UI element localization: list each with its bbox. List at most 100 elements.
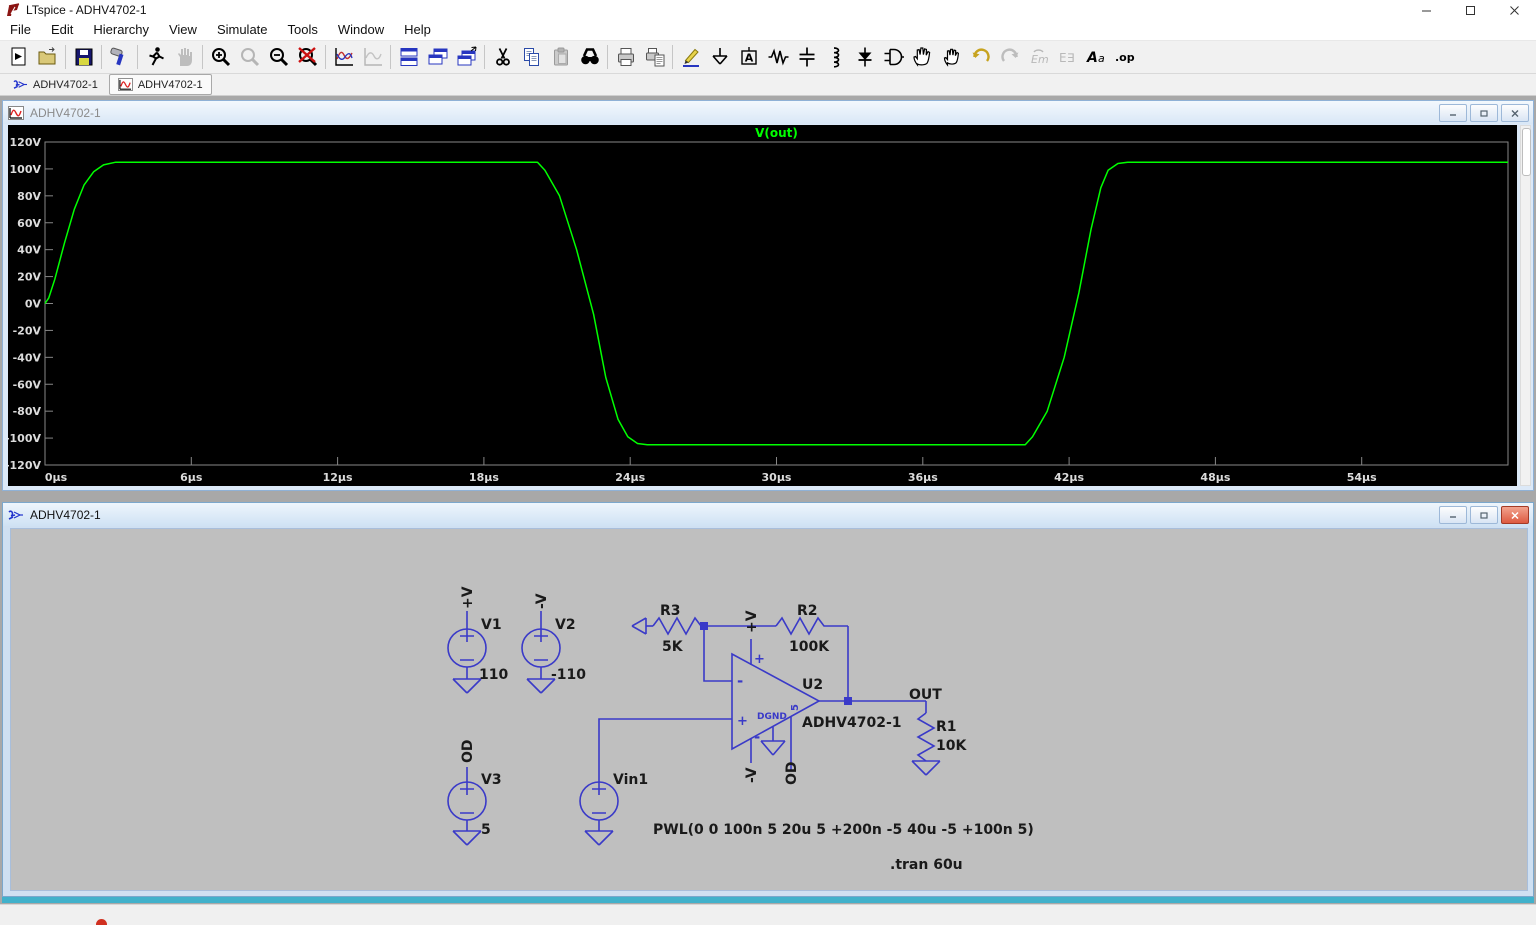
toolbar-separator (325, 45, 326, 69)
close-windows-icon[interactable] (452, 42, 481, 72)
schematic-label[interactable]: -110 (551, 667, 586, 683)
schematic-label[interactable]: 5 (481, 822, 491, 838)
net-label-icon[interactable]: A (734, 42, 763, 72)
schematic-canvas[interactable]: V1 110 V2 -110 V3 5 Vin1 PWL(0 0 100n 5 20u 5 +… (10, 528, 1528, 891)
autorange-icon[interactable] (329, 42, 358, 72)
schem-restore-button[interactable] (1470, 506, 1498, 524)
svg-text:.op: .op (1115, 51, 1135, 64)
control-panel-icon[interactable] (105, 42, 134, 72)
scrollbar-thumb[interactable] (1522, 128, 1531, 176)
schematic-label[interactable]: 100K (789, 639, 830, 655)
schematic-label[interactable]: Vin1 (613, 772, 648, 788)
zoom-in-icon[interactable] (206, 42, 235, 72)
schematic-label[interactable]: V3 (481, 772, 502, 788)
schematic-label[interactable]: OD (784, 761, 800, 785)
schematic-label[interactable]: +V (460, 586, 476, 609)
schematic-label[interactable]: +V (744, 610, 760, 633)
waveform-scrollbar[interactable] (1520, 125, 1531, 486)
text-icon[interactable]: Aa (1082, 42, 1111, 72)
title-bar: LTspice - ADHV4702-1 (0, 0, 1536, 20)
waveform-window-titlebar[interactable]: ADHV4702-1 (3, 101, 1533, 124)
tile-horizontal-icon[interactable] (394, 42, 423, 72)
print-icon[interactable] (611, 42, 640, 72)
spice-directive-icon[interactable]: .op (1111, 42, 1140, 72)
schematic-label[interactable]: 10K (936, 738, 967, 754)
schematic-label[interactable]: .tran 60u (890, 857, 963, 873)
y-tick-label: 60V (17, 217, 41, 230)
find-icon[interactable] (575, 42, 604, 72)
maximize-button[interactable] (1448, 0, 1492, 20)
schematic-label[interactable]: R2 (797, 603, 818, 619)
menu-help[interactable]: Help (394, 20, 441, 40)
schematic-label[interactable]: -V (744, 767, 760, 783)
run-icon[interactable] (141, 42, 170, 72)
schematic-label[interactable]: OD (460, 739, 476, 763)
trace-vout[interactable] (44, 161, 1508, 446)
new-schematic-icon[interactable] (4, 42, 33, 72)
tab-schematic-adhv4702-1[interactable]: ADHV4702-1 (4, 74, 107, 95)
wave-close-button[interactable] (1501, 104, 1529, 122)
schem-minimize-button[interactable] (1439, 506, 1467, 524)
resistor-icon[interactable] (763, 42, 792, 72)
schematic-label[interactable]: -V (534, 593, 550, 609)
menu-view[interactable]: View (159, 20, 207, 40)
schematic-window-titlebar[interactable]: ADHV4702-1 (3, 503, 1533, 526)
edit-pencil-icon[interactable] (676, 42, 705, 72)
zoom-out-icon[interactable] (264, 42, 293, 72)
schematic-label[interactable]: OUT (909, 687, 942, 703)
cut-icon[interactable] (488, 42, 517, 72)
open-icon[interactable] (33, 42, 62, 72)
waveform-plot-pane[interactable]: 120V 100V 80V 60V 40V 20V 0V -20V -40V -60V -80V -1… (5, 125, 1517, 486)
ground-icon[interactable] (705, 42, 734, 72)
schematic-label[interactable]: R1 (936, 719, 957, 735)
menu-hierarchy[interactable]: Hierarchy (83, 20, 159, 40)
svg-text:E: E (1059, 51, 1067, 65)
ltspice-app: LTspice - ADHV4702-1 File Edit Hierarchy Vi… (0, 0, 1536, 925)
schematic-label[interactable]: + (754, 652, 765, 667)
schematic-label[interactable]: U2 (802, 677, 823, 693)
menu-simulate[interactable]: Simulate (207, 20, 278, 40)
schematic-label[interactable]: 5K (662, 639, 684, 655)
component-r2[interactable] (708, 616, 849, 697)
move-icon[interactable] (908, 42, 937, 72)
menu-tools[interactable]: Tools (278, 20, 328, 40)
component-icon[interactable] (879, 42, 908, 72)
undo-icon[interactable] (966, 42, 995, 72)
schematic-label[interactable]: DGND (757, 712, 787, 722)
copy-icon[interactable] (517, 42, 546, 72)
schematic-label[interactable]: - (737, 672, 743, 690)
plot-legend-vout[interactable]: V(out) (755, 126, 798, 140)
diode-icon[interactable] (850, 42, 879, 72)
menu-window[interactable]: Window (328, 20, 394, 40)
print-preview-icon[interactable] (640, 42, 669, 72)
schematic-label[interactable]: + (737, 714, 748, 729)
component-u2-opamp[interactable] (731, 639, 821, 771)
junction-dot (700, 622, 708, 630)
tab-waveform-adhv4702-1[interactable]: ADHV4702-1 (108, 74, 212, 95)
schematic-label[interactable]: PWL(0 0 100n 5 20u 5 +200n -5 40u -5 +10… (653, 822, 1034, 838)
component-r3[interactable] (631, 616, 704, 636)
schematic-label[interactable]: 5 (790, 704, 801, 711)
x-tick-label: 0µs (45, 471, 68, 484)
schematic-label[interactable]: - (754, 728, 760, 746)
inductor-icon[interactable] (821, 42, 850, 72)
menu-file[interactable]: File (0, 20, 41, 40)
toolbar-separator (390, 45, 391, 69)
minimize-button[interactable] (1404, 0, 1448, 20)
schematic-label[interactable]: V1 (481, 617, 502, 633)
schematic-label[interactable]: 110 (479, 667, 508, 683)
schematic-label[interactable]: R3 (660, 603, 681, 619)
schem-close-button[interactable] (1501, 506, 1529, 524)
zoom-fit-icon[interactable] (293, 42, 322, 72)
schematic-label[interactable]: ADHV4702-1 (802, 715, 902, 731)
schematic-label[interactable]: V2 (555, 617, 576, 633)
wave-minimize-button[interactable] (1439, 104, 1467, 122)
menu-edit[interactable]: Edit (41, 20, 83, 40)
drag-icon[interactable] (937, 42, 966, 72)
wave-restore-button[interactable] (1470, 104, 1498, 122)
capacitor-icon[interactable] (792, 42, 821, 72)
cascade-icon[interactable] (423, 42, 452, 72)
x-tick-label: 48µs (1200, 471, 1230, 484)
save-icon[interactable] (69, 42, 98, 72)
close-button[interactable] (1492, 0, 1536, 20)
